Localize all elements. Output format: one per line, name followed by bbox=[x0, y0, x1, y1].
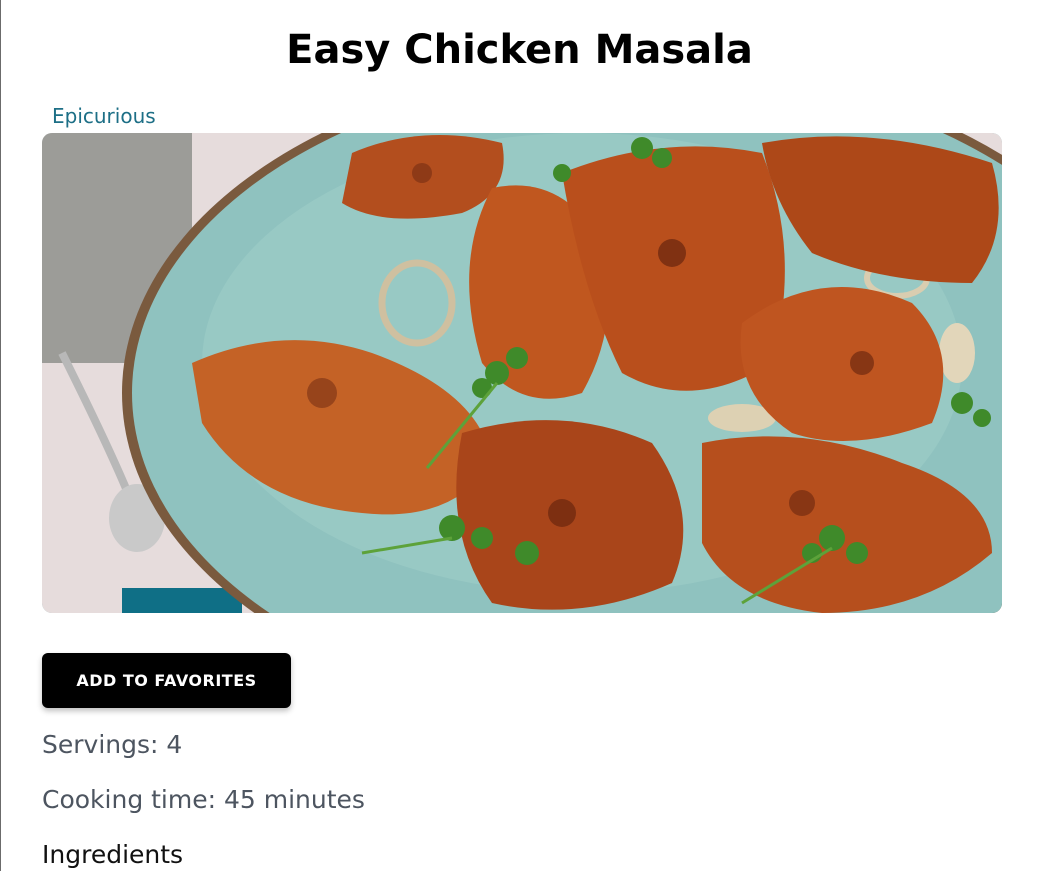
recipe-photo-illustration bbox=[42, 133, 1002, 613]
source-link[interactable]: Epicurious bbox=[52, 103, 156, 129]
recipe-image bbox=[42, 133, 1002, 613]
servings-text: Servings: 4 bbox=[42, 730, 183, 759]
add-to-favorites-button[interactable]: ADD TO FAVORITES bbox=[42, 653, 291, 708]
page-frame: Easy Chicken Masala Epicurious ADD TO FA… bbox=[0, 0, 1037, 871]
recipe-title: Easy Chicken Masala bbox=[286, 27, 753, 73]
ingredients-heading: Ingredients bbox=[42, 840, 184, 869]
cooking-time-text: Cooking time: 45 minutes bbox=[42, 785, 365, 814]
